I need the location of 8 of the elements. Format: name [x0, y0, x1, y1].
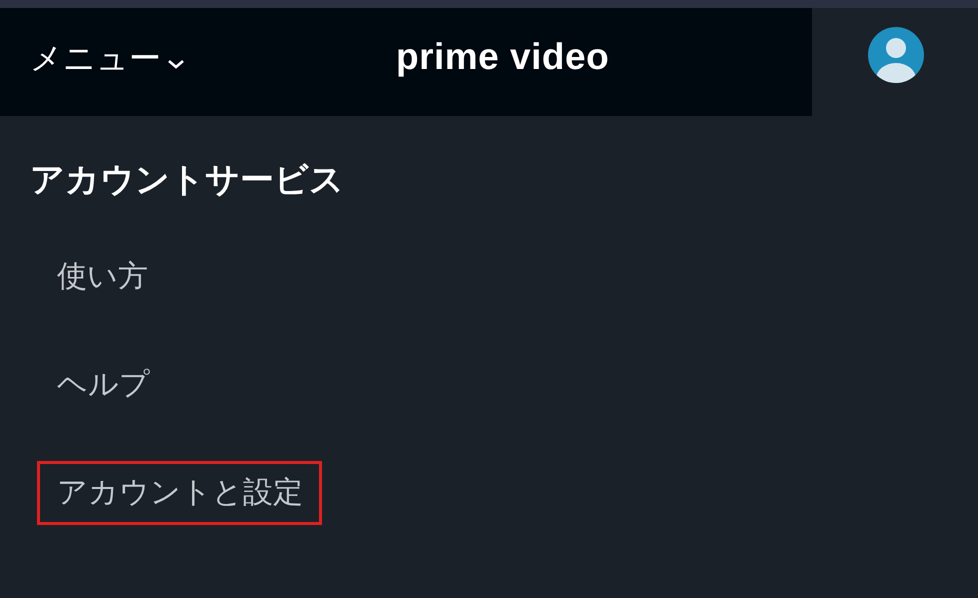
menu-item[interactable]: ヘルプ: [37, 353, 169, 417]
avatar-icon[interactable]: [868, 27, 924, 83]
chevron-icon: [167, 58, 185, 70]
menu-item[interactable]: 使い方: [37, 245, 167, 309]
brand-logo-text: prime video: [396, 36, 610, 78]
menu-button[interactable]: メニュー: [0, 37, 185, 87]
section-title: アカウントサービス: [29, 159, 345, 202]
menu-item[interactable]: アカウントと設定: [37, 461, 322, 525]
